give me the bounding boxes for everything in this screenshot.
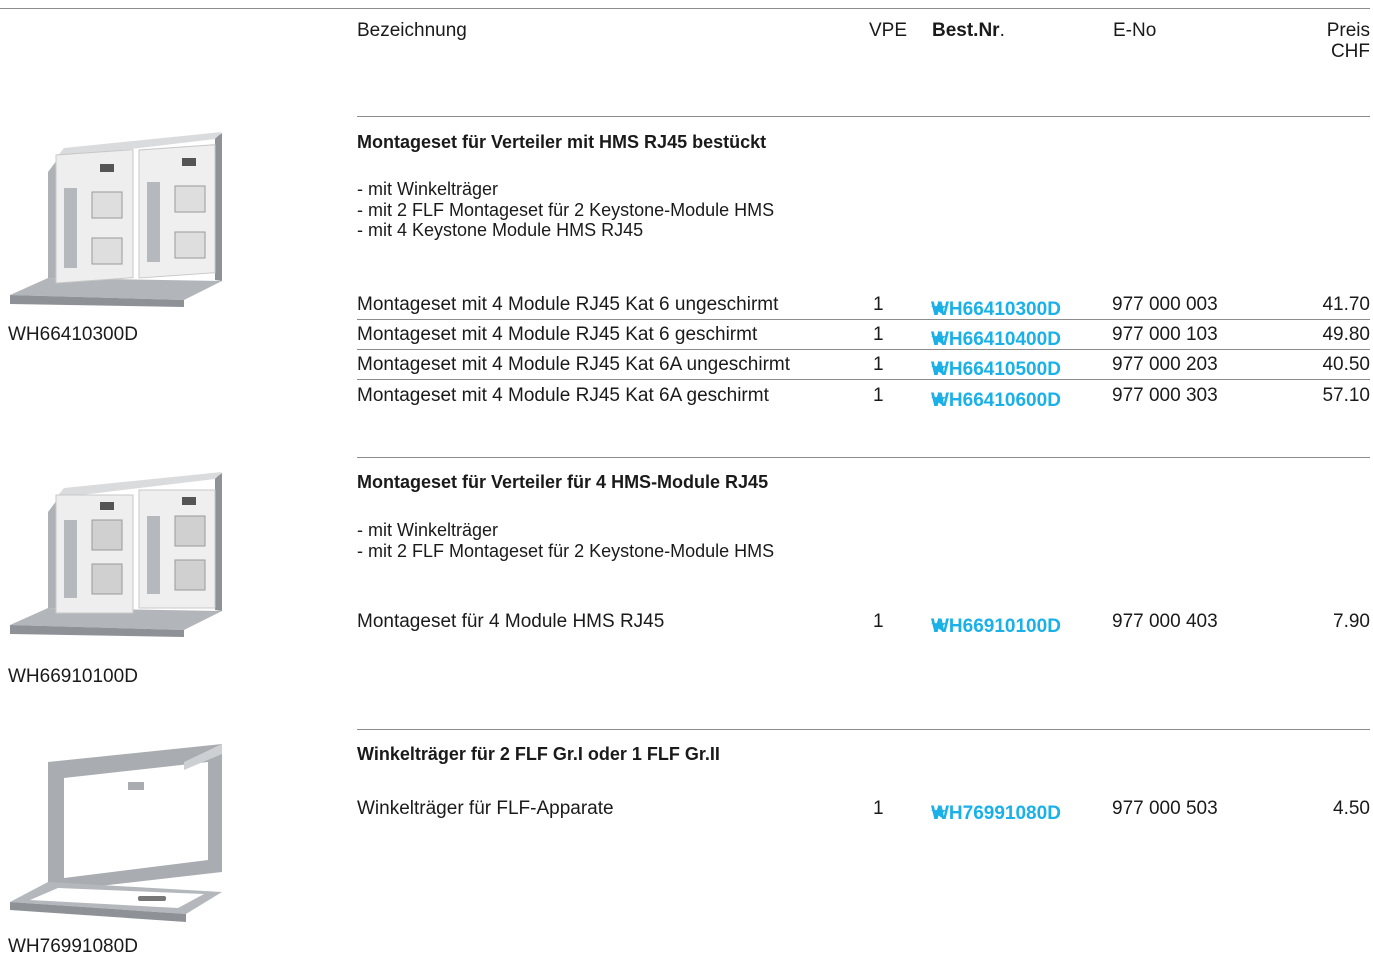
row-price: 49.80 [1322, 324, 1370, 345]
row-vpe: 1 [873, 294, 884, 315]
feature-item: - mit 2 FLF Montageset für 2 Keystone-Mo… [357, 540, 775, 561]
product-code-label: WH66410300D [8, 324, 138, 345]
row-vpe: 1 [873, 798, 884, 819]
section-rule [357, 116, 1370, 117]
table-row: Montageset mit 4 Module RJ45 Kat 6A gesc… [357, 380, 1370, 411]
feature-list: - mit Winkelträger - mit 2 FLF Montagese… [357, 179, 774, 241]
row-vpe: 1 [873, 611, 884, 632]
row-eno: 977 000 303 [1112, 385, 1218, 406]
column-header-bezeichnung: Bezeichnung [357, 20, 467, 41]
product-code-label: WH76991080D [8, 936, 138, 957]
row-price: 7.90 [1333, 611, 1370, 632]
bestnr-dot: . [999, 20, 1005, 41]
row-vpe: 1 [873, 354, 884, 375]
row-description: Winkelträger für FLF-Apparate [357, 798, 614, 819]
feature-item: - mit Winkelträger [357, 520, 499, 540]
feature-item: - mit 2 FLF Montageset für 2 Keystone-Mo… [357, 199, 775, 220]
order-number: WH66910100D [931, 616, 1061, 637]
column-header-vpe: VPE [869, 20, 908, 41]
row-vpe: 1 [873, 385, 884, 406]
feature-item: - mit 4 Keystone Module HMS RJ45 [357, 220, 644, 240]
column-header-price: Preis CHF [1327, 20, 1370, 62]
row-eno: 977 000 503 [1112, 798, 1218, 819]
row-price: 40.50 [1322, 354, 1370, 375]
product-code-label: WH66910100D [8, 666, 138, 687]
order-number: WH66410500D [931, 359, 1061, 380]
product-image [10, 472, 222, 637]
row-eno: 977 000 403 [1112, 611, 1218, 632]
row-description: Montageset für 4 Module HMS RJ45 [357, 611, 665, 632]
currency-label: CHF [1330, 41, 1370, 62]
row-eno: 977 000 203 [1112, 354, 1218, 375]
table-row: Montageset mit 4 Module RJ45 Kat 6 gesch… [357, 319, 1370, 350]
price-label: Preis [1326, 20, 1370, 41]
row-eno: 977 000 003 [1112, 294, 1218, 315]
row-price: 4.50 [1333, 798, 1370, 819]
row-description: Montageset mit 4 Module RJ45 Kat 6A gesc… [357, 385, 769, 406]
order-number: WH66410600D [931, 390, 1061, 411]
bestnr-label: Best.Nr [932, 20, 1000, 41]
product-image [10, 744, 222, 922]
row-price: 57.10 [1322, 385, 1370, 406]
order-number: WH66410300D [931, 299, 1061, 320]
table-row: Winkelträger für FLF-Apparate 1 ★ WH76991… [357, 793, 1370, 824]
top-rule [0, 8, 1370, 9]
section-rule [357, 457, 1370, 458]
row-vpe: 1 [873, 324, 884, 345]
feature-item: - mit Winkelträger [357, 179, 499, 199]
section-title: Montageset für Verteiler für 4 HMS-Modul… [357, 472, 769, 492]
table-row: Montageset mit 4 Module RJ45 Kat 6A unge… [357, 349, 1370, 380]
row-description: Montageset mit 4 Module RJ45 Kat 6A unge… [357, 354, 791, 375]
section-title: Montageset für Verteiler mit HMS RJ45 be… [357, 132, 767, 152]
table-row: Montageset mit 4 Module RJ45 Kat 6 unges… [357, 289, 1370, 320]
product-image [10, 132, 222, 307]
section-title: Winkelträger für 2 FLF Gr.I oder 1 FLF G… [357, 744, 720, 764]
row-eno: 977 000 103 [1112, 324, 1218, 345]
column-header-bestnr: Best.Nr. [932, 20, 1005, 42]
order-number: WH76991080D [931, 803, 1061, 824]
feature-list: - mit Winkelträger - mit 2 FLF Montagese… [357, 520, 774, 561]
table-row: Montageset für 4 Module HMS RJ45 1 ★ WH66… [357, 606, 1370, 637]
section-rule [357, 729, 1370, 730]
row-description: Montageset mit 4 Module RJ45 Kat 6 unges… [357, 294, 779, 315]
row-description: Montageset mit 4 Module RJ45 Kat 6 gesch… [357, 324, 758, 345]
column-header-eno: E-No [1113, 20, 1157, 41]
order-number: WH66410400D [931, 329, 1061, 350]
row-price: 41.70 [1322, 294, 1370, 315]
